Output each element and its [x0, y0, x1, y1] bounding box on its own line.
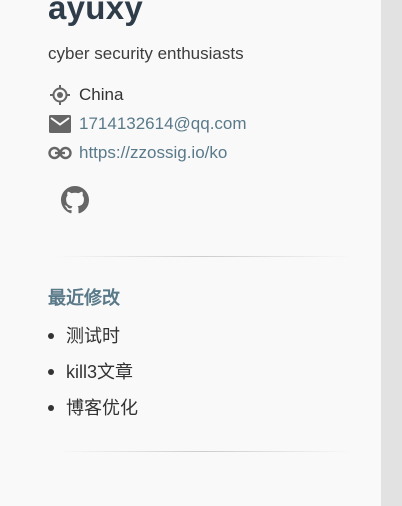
github-icon[interactable]	[61, 186, 89, 214]
recent-link[interactable]: kill3文章	[66, 360, 133, 384]
scrollbar[interactable]	[381, 0, 402, 506]
email-link[interactable]: 1714132614@qq.com	[79, 113, 247, 135]
page: ayuxy cyber security enthusiasts China 1…	[0, 0, 402, 506]
bullet	[48, 369, 54, 375]
bullet	[48, 333, 54, 339]
location-item: China	[48, 80, 247, 109]
list-item: kill3文章	[48, 354, 138, 390]
author-bio: cyber security enthusiasts	[48, 44, 244, 63]
email-item[interactable]: 1714132614@qq.com	[48, 109, 247, 138]
list-item: 测试时	[48, 318, 138, 354]
bullet	[48, 405, 54, 411]
recent-title: 最近修改	[48, 288, 120, 308]
location-text: China	[79, 84, 124, 104]
link-icon	[48, 142, 74, 164]
recent-changes: 最近修改 测试时 kill3文章 博客优化	[48, 286, 138, 426]
location-icon	[48, 84, 74, 106]
recent-list: 测试时 kill3文章 博客优化	[48, 318, 138, 426]
recent-link[interactable]: 测试时	[66, 324, 120, 348]
website-item[interactable]: https://zzossig.io/ko	[48, 138, 247, 167]
divider	[56, 256, 352, 257]
email-icon	[48, 113, 74, 135]
recent-link[interactable]: 博客优化	[66, 396, 138, 420]
website-link[interactable]: https://zzossig.io/ko	[79, 142, 227, 164]
author-name: ayuxy	[48, 0, 144, 26]
divider	[56, 451, 352, 452]
author-links: China 1714132614@qq.com https://zzossig.…	[48, 80, 247, 167]
list-item: 博客优化	[48, 390, 138, 426]
